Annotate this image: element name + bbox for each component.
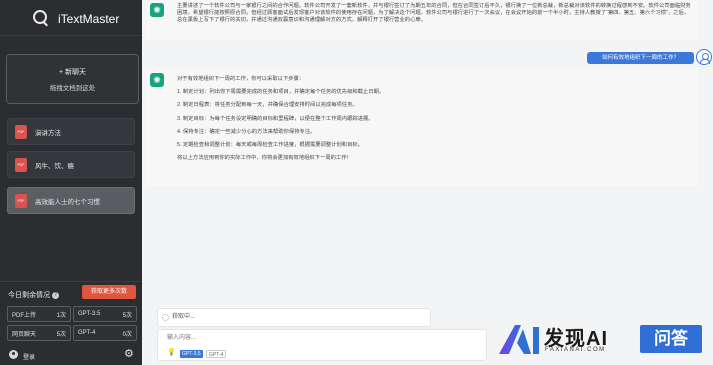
sidebar: iTextMaster + 新聊天 拖拽文档到这处 PDF 演讲方法 PDF 风… xyxy=(0,0,142,365)
model-gpt4-toggle[interactable]: GPT-4 xyxy=(206,350,227,358)
doc-label: 风牛、饮、瘾 xyxy=(35,162,74,170)
watermark-subtitle: FAXIANAI.COM xyxy=(545,347,606,353)
message-paragraph: 2. 制定日程表：将任务分配到每一天，并确保合理安排时间以完成每项任务。 xyxy=(177,102,358,109)
openai-bot-icon: ✺ xyxy=(150,3,164,17)
message-paragraph: 1. 制定计划：列出你下周需要完成的任务和项目，并确定每个任务的优先级和截止日期… xyxy=(177,89,385,96)
quota-title-text: 今日剩余情况 xyxy=(8,292,50,299)
gear-icon[interactable]: ⚙ xyxy=(124,349,134,360)
watermark-tag: 问答 xyxy=(640,325,702,353)
quota-value: 1次 xyxy=(56,312,66,319)
new-chat-button[interactable]: + 新聊天 拖拽文档到这处 xyxy=(6,54,139,104)
loading-spinner-icon xyxy=(162,314,169,321)
watermark: 发现AI FAXIANAI.COM 问答 xyxy=(497,322,711,356)
chat-input[interactable] xyxy=(167,333,467,343)
user-avatar-icon xyxy=(696,49,712,65)
loading-text: 获取中... xyxy=(172,314,196,320)
quota-panel: 今日剩余情况? 获取更多次数 PDF上传 1次 GPT-3.5 5次 网页聊天 5次 … xyxy=(0,281,142,341)
model-gpt35-toggle[interactable]: GPT-3.5 xyxy=(180,350,203,358)
doc-label: 高效能人士的七个习惯 xyxy=(35,198,100,206)
user-row: 登录 ⚙ xyxy=(0,345,142,365)
quota-cell: 网页聊天 5次 xyxy=(7,325,71,341)
assistant-message: ✺ 主要讲述了一个软件公司与一家银行之间的合作问题。软件公司开发了一套新软件，并… xyxy=(146,0,699,40)
brand-header: iTextMaster xyxy=(0,0,142,36)
message-paragraph: 4. 保持专注：确定一些减少分心的方法来帮助你保持专注。 xyxy=(177,128,316,135)
new-chat-subtitle: 拖拽文档到这处 xyxy=(49,85,96,92)
message-paragraph: 对于有效地组织下一周的工作，你可以采取以下步骤： xyxy=(177,76,305,82)
message-paragraph: 3. 制定目标：为每个任务设定明确的目标和里程碑，以便在整个工作周内跟踪进展。 xyxy=(177,115,374,122)
chat-input-box: 💡 GPT-3.5 GPT-4 xyxy=(157,329,487,361)
quota-label: PDF上传 xyxy=(12,312,37,319)
user-message-bubble: 如何有效地组织下一周的工作？ xyxy=(587,52,694,64)
quota-cell: GPT-3.5 5次 xyxy=(73,306,137,322)
lightbulb-icon[interactable]: 💡 xyxy=(167,349,176,357)
quota-label: GPT-4 xyxy=(78,330,96,336)
message-text: 对于有效地组织下一周的工作，你可以采取以下步骤： 1. 制定计划：列出你下周需要… xyxy=(177,76,657,168)
user-avatar-icon[interactable] xyxy=(9,350,18,359)
new-chat-title: + 新聊天 xyxy=(58,69,87,76)
sidebar-doc-item[interactable]: PDF 演讲方法 xyxy=(7,118,135,145)
openai-bot-icon: ✺ xyxy=(150,73,164,87)
quota-cell: GPT-4 0次 xyxy=(73,325,137,341)
pdf-file-icon: PDF xyxy=(15,157,27,172)
loading-status: 获取中... xyxy=(157,308,431,327)
search-logo-icon xyxy=(33,10,47,24)
quota-value: 0次 xyxy=(122,331,132,338)
quota-title: 今日剩余情况? xyxy=(8,290,59,300)
quota-label: GPT-3.5 xyxy=(78,311,101,317)
get-more-button[interactable]: 获取更多次数 xyxy=(82,285,136,299)
faxianai-logo-icon xyxy=(499,325,539,354)
pdf-file-icon: PDF xyxy=(15,193,27,208)
message-paragraph: 5. 定期检查和调整计划：每天或每周检查工作进度，根据需要调整计划和目标。 xyxy=(177,142,363,149)
info-icon[interactable]: ? xyxy=(52,291,59,299)
quota-value: 5次 xyxy=(122,312,132,319)
sidebar-doc-item-active[interactable]: PDF 高效能人士的七个习惯 xyxy=(7,187,135,214)
message-text: 主要讲述了一个软件公司与一家银行之间的合作问题。软件公司开发了一套新软件，并与银… xyxy=(177,3,691,24)
quota-label: 网页聊天 xyxy=(12,331,37,338)
quota-grid: PDF上传 1次 GPT-3.5 5次 网页聊天 5次 GPT-4 0次 xyxy=(7,306,137,341)
pdf-file-icon: PDF xyxy=(15,124,27,139)
sidebar-doc-item[interactable]: PDF 风牛、饮、瘾 xyxy=(7,151,135,178)
doc-label: 演讲方法 xyxy=(35,129,61,137)
quota-value: 5次 xyxy=(56,331,66,338)
quota-cell: PDF上传 1次 xyxy=(7,306,71,322)
login-link[interactable]: 登录 xyxy=(23,352,35,361)
app-name: iTextMaster xyxy=(58,12,120,26)
message-paragraph: 将以上方法应用到你的实际工作中，你将会更加有效地组织下一周的工作！ xyxy=(177,155,352,162)
assistant-message: ✺ 对于有效地组织下一周的工作，你可以采取以下步骤： 1. 制定计划：列出你下周… xyxy=(146,68,699,186)
